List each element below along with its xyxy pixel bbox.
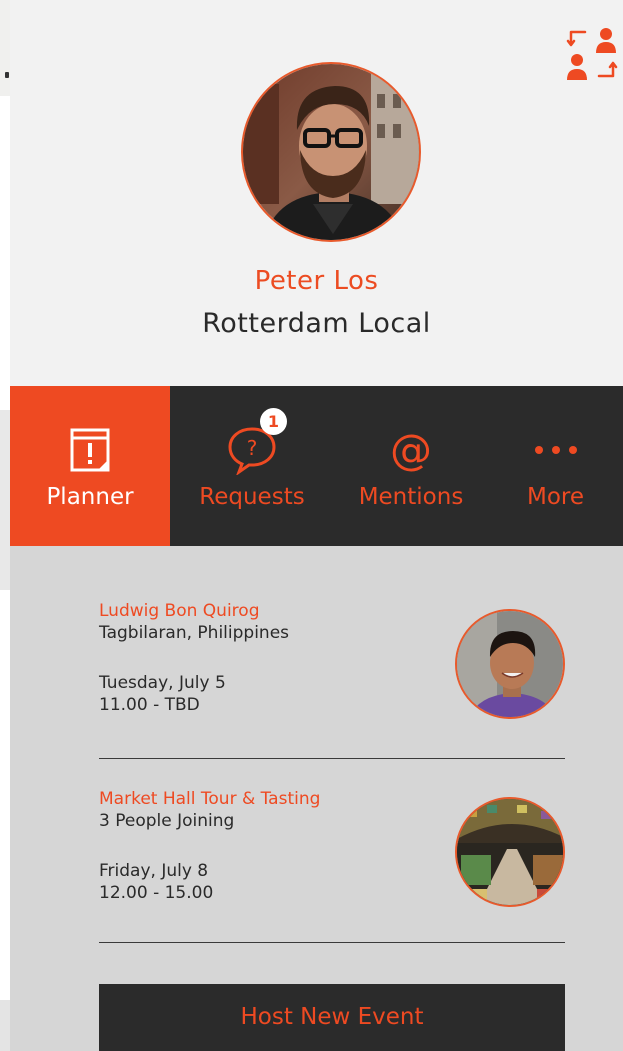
event-avatar[interactable] <box>455 797 565 907</box>
background-edge <box>0 410 10 590</box>
person-photo <box>457 611 563 717</box>
market-hall-photo <box>457 799 563 905</box>
at-sign-icon: @ <box>390 426 432 474</box>
app-screen: Peter Los Rotterdam Local Planner ? Requ… <box>10 0 623 1051</box>
profile-avatar[interactable] <box>241 62 421 242</box>
profile-header: Peter Los Rotterdam Local <box>10 0 623 386</box>
event-item[interactable]: Market Hall Tour & Tasting 3 People Join… <box>99 788 565 918</box>
switch-users-icon <box>566 28 618 80</box>
profile-photo <box>243 64 419 240</box>
event-item[interactable]: Ludwig Bon Quirog Tagbilaran, Philippine… <box>99 600 565 730</box>
tab-bar: Planner ? Requests @ Mentions More <box>10 386 623 546</box>
tab-label: More <box>526 484 585 510</box>
tab-label: Planner <box>46 484 134 510</box>
divider <box>99 758 565 759</box>
svg-text:?: ? <box>247 436 258 460</box>
ellipsis-icon <box>534 446 577 454</box>
background-edge <box>0 0 10 96</box>
tab-more[interactable]: More <box>488 386 623 546</box>
profile-name: Peter Los <box>254 266 379 296</box>
requests-badge: 1 <box>260 408 287 435</box>
divider <box>99 942 565 943</box>
tab-label: Mentions <box>358 484 464 510</box>
tab-mentions[interactable]: @ Mentions <box>334 386 488 546</box>
profile-role: Rotterdam Local <box>202 308 431 339</box>
host-new-event-button[interactable]: Host New Event <box>99 984 565 1051</box>
event-avatar[interactable] <box>455 609 565 719</box>
tab-requests[interactable]: ? Requests <box>170 386 334 546</box>
svg-text:@: @ <box>390 426 432 474</box>
tab-label: Requests <box>199 484 305 510</box>
switch-users-button[interactable] <box>565 26 619 82</box>
background-edge <box>0 1000 10 1051</box>
calendar-alert-icon <box>70 428 110 472</box>
tab-planner[interactable]: Planner <box>10 386 170 546</box>
